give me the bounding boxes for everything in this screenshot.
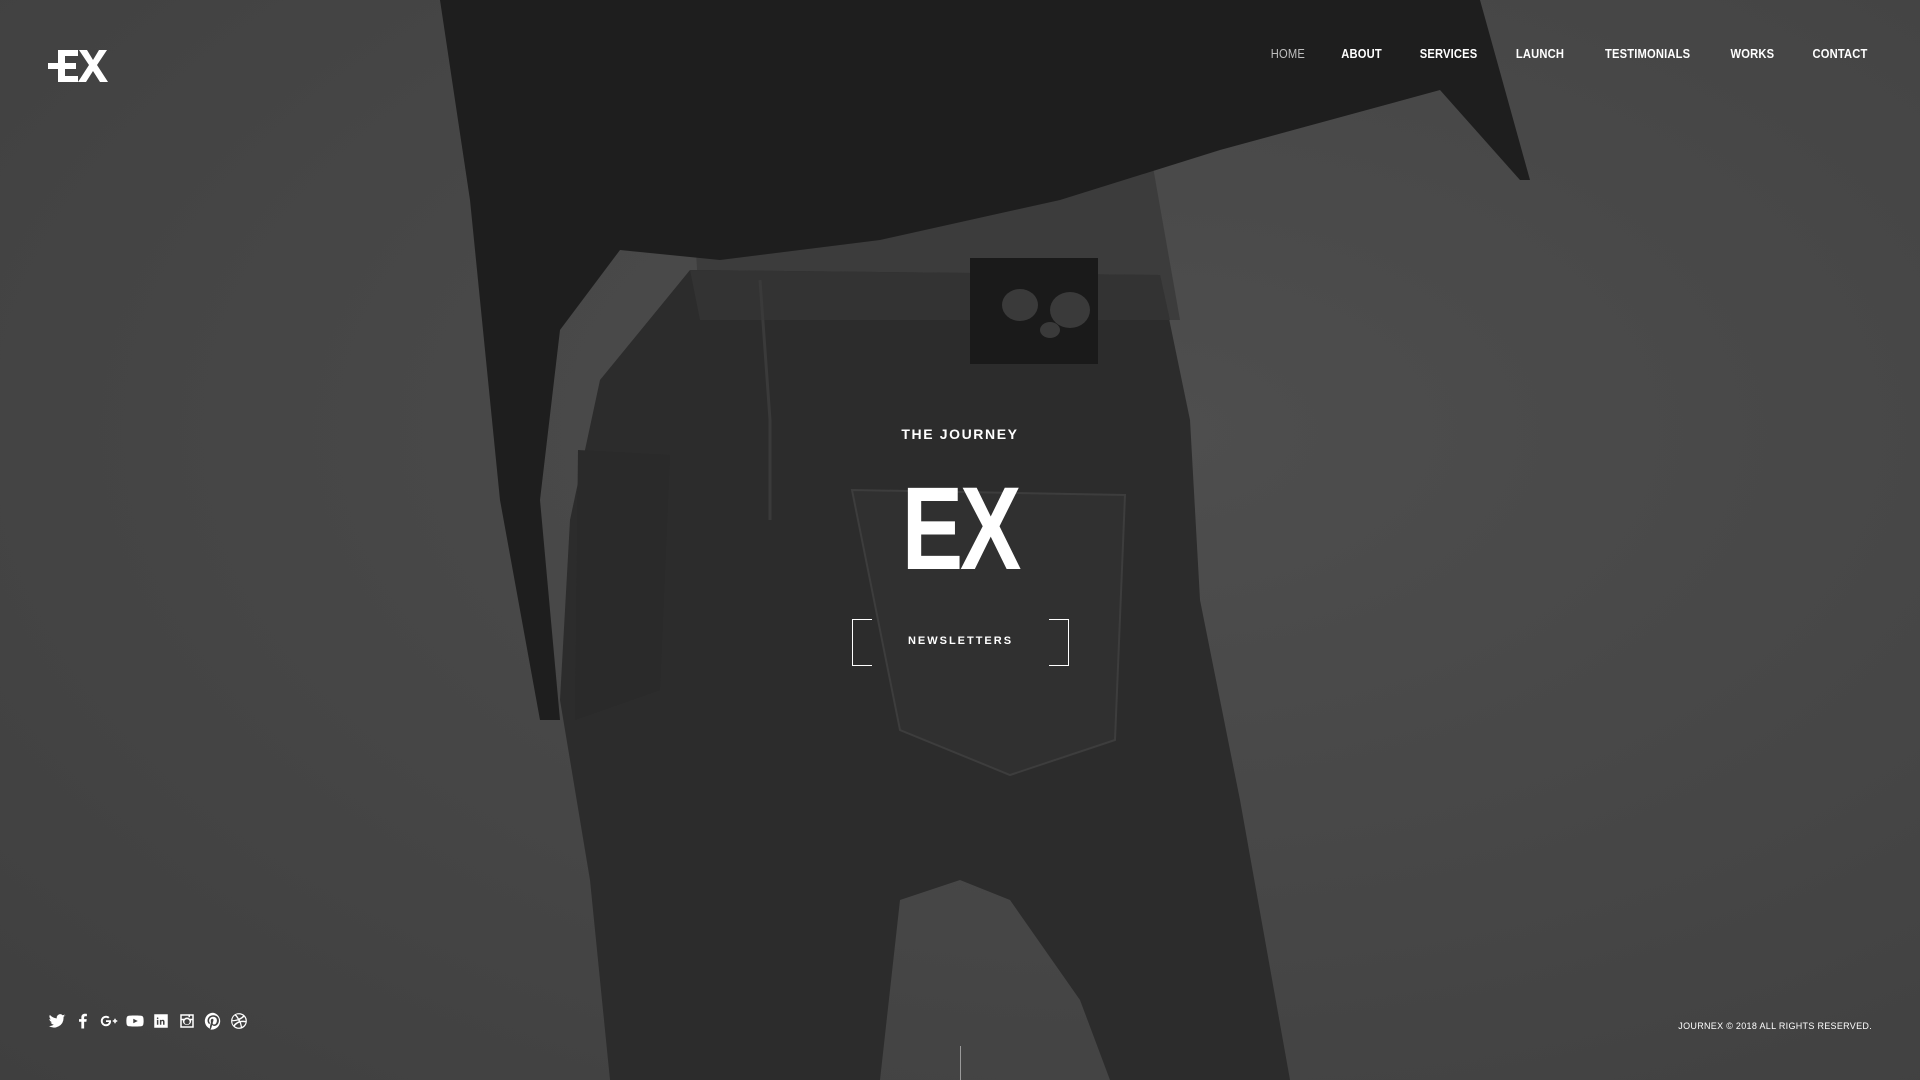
hero-section: THE JOURNEY EX NEWSLETTERS — [0, 0, 1920, 1080]
google-plus-icon[interactable] — [100, 1012, 118, 1030]
hero-eyebrow: THE JOURNEY — [901, 426, 1019, 442]
newsletters-button[interactable]: NEWSLETTERS — [852, 619, 1069, 666]
newsletters-button-label: NEWSLETTERS — [907, 635, 1014, 647]
facebook-icon[interactable] — [74, 1012, 92, 1030]
hero-title: EX — [901, 463, 1022, 595]
instagram-icon[interactable] — [178, 1012, 196, 1030]
social-links — [48, 1012, 248, 1030]
youtube-icon[interactable] — [126, 1012, 144, 1030]
twitter-icon[interactable] — [48, 1012, 66, 1030]
pinterest-icon[interactable] — [204, 1012, 222, 1030]
scroll-indicator-line — [960, 1046, 961, 1080]
dribbble-icon[interactable] — [230, 1012, 248, 1030]
copyright-text: JOURNEX © 2018 ALL RIGHTS RESERVED. — [1678, 1021, 1872, 1031]
linkedin-icon[interactable] — [152, 1012, 170, 1030]
